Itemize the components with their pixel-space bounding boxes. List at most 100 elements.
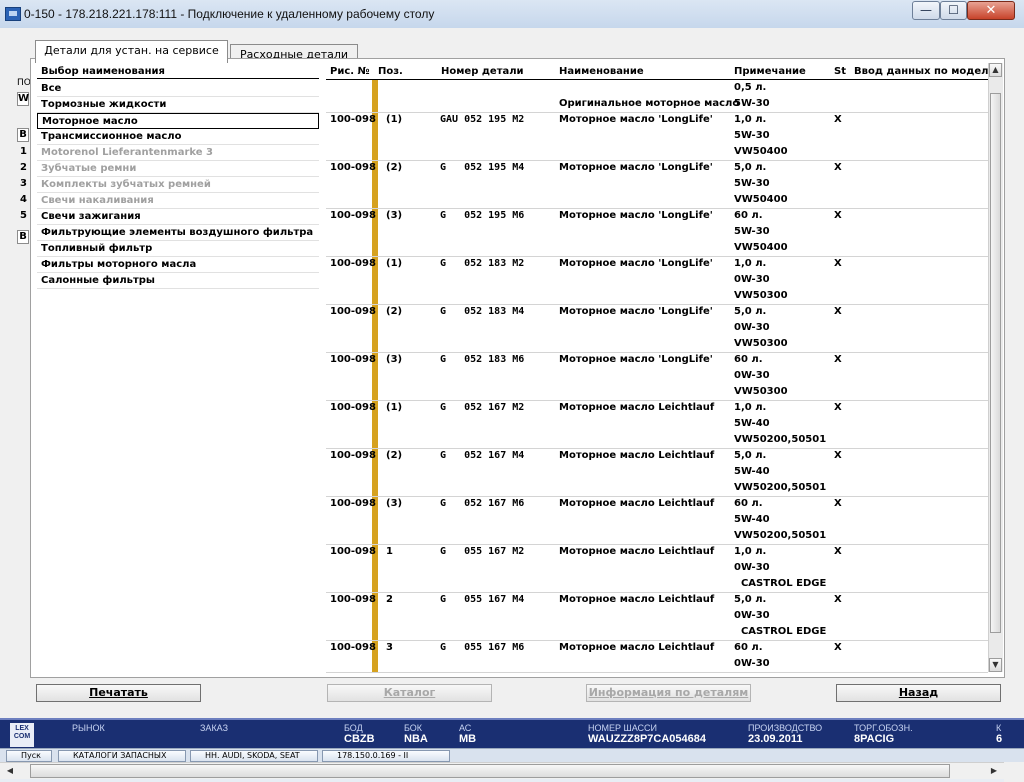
cell-name: Моторное масло Leichtlauf [559,594,715,605]
category-item[interactable]: Зубчатые ремни [37,161,319,177]
table-row[interactable]: 100-098 3 G 055 167 M6 Моторное масло Leich… [326,640,988,673]
table-row[interactable]: 100-098 (2) G 052 183 M4 Моторное масло 'Lo… [326,304,988,353]
status-value: 8PACIG [854,733,895,745]
cell-note: VW50400 [734,194,788,205]
cell-part-number: G 052 183 M2 [440,258,525,269]
category-item[interactable]: Фильтры моторного масла [37,257,319,273]
table-row[interactable]: 100-098 1 G 055 167 M2 Моторное масло Leich… [326,544,988,593]
taskbar-item[interactable]: НН. AUDI, SKODA, SEAT [190,750,318,762]
strip-cell: 2 [20,162,27,173]
cell-fig: 100-098 [330,258,376,269]
maximize-button[interactable]: ☐ [940,1,967,20]
scroll-up-icon[interactable]: ▲ [989,63,1002,77]
category-item[interactable]: Свечи зажигания [37,209,319,225]
close-button[interactable]: ✕ [967,1,1015,20]
cell-note: VW50300 [734,290,788,301]
horizontal-scrollbar[interactable]: ◀ ▶ [0,762,1004,779]
print-button-label: Печатать [89,686,148,699]
horizontal-scroll-thumb[interactable] [30,764,950,778]
cell-part-number: G 052 167 M6 [440,498,525,509]
status-value: 23.09.2011 [748,733,803,745]
table-row[interactable]: 100-098 (3) G 052 167 M6 Моторное масло Lei… [326,496,988,545]
cell-note: VW50200,50501 [734,434,827,445]
cell-part-number: G 052 167 M4 [440,450,525,461]
catalog-button-label: Каталог [383,686,436,699]
category-item[interactable]: Motorenol Lieferantenmarke 3 [37,145,319,161]
taskbar-item[interactable]: 178.150.0.169 - II [322,750,450,762]
cell-note: VW50200,50501 [734,530,827,541]
cell-fig: 100-098 [330,450,376,461]
scroll-thumb[interactable] [990,93,1001,633]
category-item[interactable]: Комплекты зубчатых ремней [37,177,319,193]
catalog-button[interactable]: Каталог [327,684,492,702]
table-row[interactable]: Оригинальное моторное масло 0,5 л. 5W-30 [326,80,988,113]
col-model[interactable]: Ввод данных по модели [854,64,996,79]
cell-note: 0,5 л. [734,82,767,93]
print-button[interactable]: Печатать [36,684,201,702]
status-label: НОМЕР ШАССИ [588,723,658,733]
cell-note: 60 л. [734,642,763,653]
strip-field[interactable]: W [17,92,29,106]
scroll-left-icon[interactable]: ◀ [2,764,18,778]
part-info-button[interactable]: Информация по деталям [586,684,751,702]
category-item[interactable]: Свечи накаливания [37,193,319,209]
table-row[interactable]: 100-098 2 G 055 167 M4 Моторное масло Leich… [326,592,988,641]
minimize-button[interactable]: — [912,1,940,20]
strip-cell[interactable]: B [17,230,29,244]
status-label: БОК [404,723,423,733]
close-icon: ✕ [985,3,997,18]
category-item[interactable]: Моторное масло [37,113,319,129]
back-button[interactable]: Назад [836,684,1001,702]
cell-part-number: GAU 052 195 M2 [440,114,525,125]
col-part[interactable]: Номер детали [441,64,524,79]
table-row[interactable]: 100-098 (2) G 052 195 M4 Моторное масло 'Lo… [326,160,988,209]
cell-part-number: G 052 183 M6 [440,354,525,365]
category-item[interactable]: Салонные фильтры [37,273,319,289]
category-item[interactable]: Трансмиссионное масло [37,129,319,145]
taskbar-item[interactable]: КАТАЛОГИ ЗАПАСНЫХ [58,750,186,762]
cell-note: 60 л. [734,498,763,509]
table-row[interactable]: 100-098 (1) G 052 167 M2 Моторное масло Lei… [326,400,988,449]
resize-grip-icon[interactable] [1004,762,1024,782]
cell-name: Моторное масло 'LongLife' [559,258,713,269]
cell-part-number: G 052 195 M6 [440,210,525,221]
category-item[interactable]: Все [37,81,319,97]
category-list-header: Выбор наименования [37,64,319,79]
category-item[interactable]: Тормозные жидкости [37,97,319,113]
col-name[interactable]: Наименование [559,64,644,79]
cell-note: CASTROL EDGE [734,626,827,637]
scroll-right-icon[interactable]: ▶ [986,764,1002,778]
cell-fig: 100-098 [330,498,376,509]
table-row[interactable]: 100-098 (1) G 052 183 M2 Моторное масло 'Lo… [326,256,988,305]
window-titlebar[interactable]: 0-150 - 178.218.221.178:111 - Подключени… [0,0,1024,29]
cell-part-number: G 052 195 M4 [440,162,525,173]
table-row[interactable]: 100-098 (3) G 052 195 M6 Моторное масло 'Lo… [326,208,988,257]
cell-note: 60 л. [734,210,763,221]
start-button[interactable]: Пуск [6,750,52,762]
cell-pos: (2) [386,162,403,173]
category-item[interactable]: Топливный фильтр [37,241,319,257]
col-note[interactable]: Примечание [734,64,806,79]
cell-note: 0W-30 [734,274,770,285]
cell-note: 0W-30 [734,370,770,381]
table-row[interactable]: 100-098 (1) GAU 052 195 M2 Моторное масло '… [326,112,988,161]
cell-name: Моторное масло Leichtlauf [559,450,715,461]
tab-service-parts[interactable]: Детали для устан. на сервисе [35,40,228,63]
category-item[interactable]: Фильтрующие элементы воздушного фильтра [37,225,319,241]
cell-note: VW50300 [734,338,788,349]
table-row[interactable]: 100-098 (2) G 052 167 M4 Моторное масло Lei… [326,448,988,497]
scroll-down-icon[interactable]: ▼ [989,658,1002,672]
cell-note: CASTROL EDGE [734,578,827,589]
cell-note: 1,0 л. [734,114,767,125]
strip-cell[interactable]: B [17,128,29,142]
status-value: NBA [404,733,428,745]
cell-note: VW50300 [734,386,788,397]
status-value: 6 [996,733,1003,745]
remote-desktop-icon [5,7,21,21]
status-label: ЗАКАЗ [200,723,229,733]
col-st[interactable]: St [834,64,846,79]
col-fig[interactable]: Рис. № [330,64,370,79]
col-pos[interactable]: Поз. [378,64,403,79]
table-row[interactable]: 100-098 (3) G 052 183 M6 Моторное масло 'Lo… [326,352,988,401]
vertical-scrollbar[interactable]: ▲ ▼ [988,63,1003,672]
